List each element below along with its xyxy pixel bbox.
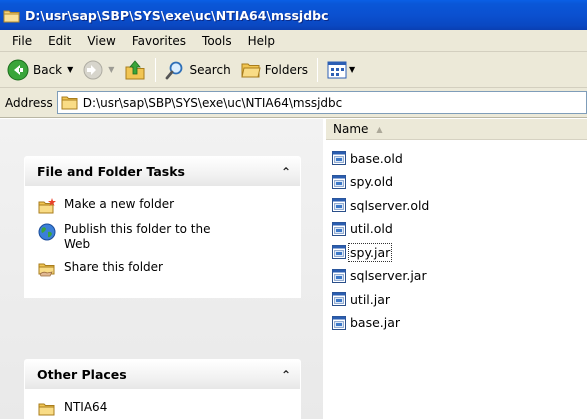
views-icon <box>327 61 347 78</box>
file-list: Name ▲ base.old spy.old sqlserver.old ut… <box>323 119 587 419</box>
other-places-title: Other Places <box>37 367 127 382</box>
file-name: spy.old <box>350 174 394 189</box>
file-name: sqlserver.old <box>350 197 430 213</box>
file-icon <box>332 151 346 165</box>
up-button[interactable] <box>119 55 151 85</box>
search-button[interactable]: Search <box>160 55 235 85</box>
menu-help[interactable]: Help <box>240 34 283 48</box>
other-places-body: NTIA64 <box>24 389 301 419</box>
file-folder-tasks-header[interactable]: File and Folder Tasks ⌃ <box>24 156 301 186</box>
file-item[interactable]: util.jar <box>331 288 431 310</box>
place-label: NTIA64 <box>64 400 108 414</box>
address-label: Address <box>5 95 53 110</box>
file-icon <box>332 315 346 330</box>
file-item[interactable]: base.old <box>331 147 431 169</box>
folder-icon <box>38 403 55 416</box>
views-button[interactable]: ▼ <box>322 55 360 85</box>
toolbar-separator <box>317 57 319 82</box>
toolbar-separator <box>155 57 157 82</box>
back-button[interactable]: Back ▼ <box>2 55 78 85</box>
collapse-icon[interactable]: ⌃ <box>281 165 291 179</box>
file-folder-tasks-title: File and Folder Tasks <box>37 164 185 179</box>
other-places-header[interactable]: Other Places ⌃ <box>24 359 301 389</box>
file-item[interactable]: sqlserver.old <box>331 194 431 216</box>
file-folder-tasks-body: Make a new folder Publish this folder to… <box>24 186 301 298</box>
file-folder-tasks-panel: File and Folder Tasks ⌃ Make a new folde… <box>24 156 301 298</box>
file-name: util.old <box>350 221 393 236</box>
toolbar: Back ▼ ▼ Search Folders ▼ <box>0 52 587 88</box>
back-label: Back <box>33 62 63 77</box>
menu-view[interactable]: View <box>79 34 123 48</box>
menu-tools[interactable]: Tools <box>194 34 240 48</box>
globe-icon <box>38 223 56 241</box>
file-item[interactable]: sqlserver.jar <box>331 265 431 287</box>
file-icon <box>332 198 346 212</box>
forward-arrow-icon <box>83 60 103 79</box>
task-publish-web[interactable]: Publish this folder to the Web <box>38 222 290 252</box>
menu-edit[interactable]: Edit <box>40 34 79 48</box>
forward-button[interactable]: ▼ <box>78 55 119 85</box>
file-icon <box>332 174 346 189</box>
search-label: Search <box>189 62 231 77</box>
folder-icon <box>3 10 20 22</box>
file-item[interactable]: util.old <box>331 218 431 240</box>
task-label: Share this folder <box>64 260 163 274</box>
file-item[interactable]: base.jar <box>331 312 431 334</box>
address-value: D:\usr\sap\SBP\SYS\exe\uc\NTIA64\mssjdbc <box>82 95 343 110</box>
folders-button[interactable]: Folders <box>236 55 313 85</box>
new-folder-icon <box>38 198 56 214</box>
column-header-name[interactable]: Name ▲ <box>326 119 587 140</box>
column-header-label: Name <box>333 122 369 136</box>
share-folder-icon <box>38 263 55 277</box>
menu-file[interactable]: File <box>4 34 40 48</box>
task-label: Make a new folder <box>64 197 175 211</box>
file-name: spy.jar <box>347 242 393 262</box>
file-name: base.jar <box>350 315 401 330</box>
menu-bar: File Edit View Favorites Tools Help <box>0 30 587 52</box>
file-icon <box>332 221 346 236</box>
title-bar[interactable]: D:\usr\sap\SBP\SYS\exe\uc\NTIA64\mssjdbc <box>0 0 587 30</box>
folders-icon <box>241 63 261 77</box>
folder-icon <box>61 96 78 110</box>
other-places-panel: Other Places ⌃ NTIA64 <box>24 359 301 419</box>
address-bar: Address D:\usr\sap\SBP\SYS\exe\uc\NTIA64… <box>0 88 587 118</box>
folders-label: Folders <box>264 62 309 77</box>
address-input[interactable]: D:\usr\sap\SBP\SYS\exe\uc\NTIA64\mssjdbc <box>56 91 587 114</box>
forward-dropdown-icon[interactable]: ▼ <box>108 65 114 74</box>
file-icon <box>332 292 346 306</box>
file-icon <box>332 268 346 283</box>
back-arrow-icon <box>7 59 29 80</box>
up-folder-icon <box>125 59 145 79</box>
window-title: D:\usr\sap\SBP\SYS\exe\uc\NTIA64\mssjdbc <box>25 7 329 23</box>
views-dropdown-icon[interactable]: ▼ <box>349 65 355 74</box>
collapse-icon[interactable]: ⌃ <box>281 368 291 382</box>
sort-ascending-icon: ▲ <box>376 124 383 134</box>
task-make-new-folder[interactable]: Make a new folder <box>38 197 290 214</box>
files-container: base.old spy.old sqlserver.old util.old … <box>331 147 431 335</box>
file-name: util.jar <box>350 291 391 307</box>
file-icon <box>332 245 346 259</box>
file-name: sqlserver.jar <box>350 268 427 283</box>
file-item-focused[interactable]: spy.jar <box>331 241 431 263</box>
search-icon <box>166 61 183 79</box>
file-name: base.old <box>350 150 403 166</box>
back-dropdown-icon[interactable]: ▼ <box>67 65 73 74</box>
task-label: Publish this folder to the Web <box>64 222 211 251</box>
task-share-folder[interactable]: Share this folder <box>38 260 290 277</box>
place-ntia64[interactable]: NTIA64 <box>38 400 290 417</box>
task-pane: File and Folder Tasks ⌃ Make a new folde… <box>0 119 323 419</box>
file-item[interactable]: spy.old <box>331 171 431 193</box>
menu-favorites[interactable]: Favorites <box>124 34 194 48</box>
